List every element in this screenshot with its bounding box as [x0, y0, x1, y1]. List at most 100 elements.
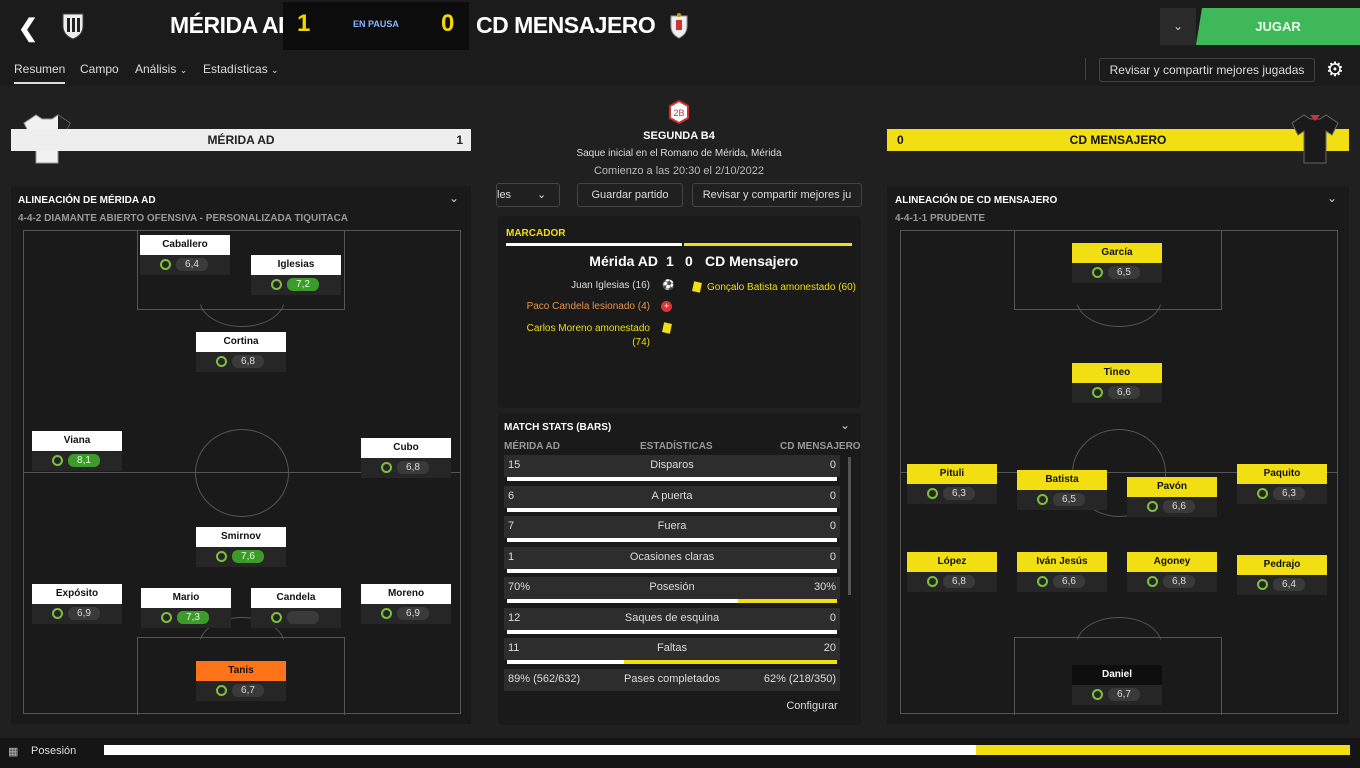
player-rating: 6,6 — [1163, 500, 1195, 513]
player-rating-row: 7,3 — [141, 608, 231, 628]
player-rating-row: 6,9 — [32, 604, 122, 624]
player-rating: 7,3 — [177, 611, 209, 624]
stats-col-away: CD MENSAJERO — [780, 441, 861, 452]
scoreboard-away-name: CD Mensajero — [705, 253, 799, 269]
review-share-button-2[interactable]: Revisar y compartir mejores ju — [692, 183, 862, 207]
player-card[interactable]: Agoney 6,8 — [1127, 552, 1217, 592]
review-share-button[interactable]: Revisar y compartir mejores jugadas — [1099, 58, 1315, 82]
player-rating-row: 7,2 — [251, 275, 341, 295]
condition-icon — [381, 462, 392, 473]
event-goal: Juan Iglesias (16) — [571, 280, 650, 291]
possession-icon: ▦ — [8, 746, 19, 758]
save-match-button[interactable]: Guardar partido — [577, 183, 683, 207]
tab-estadisticas[interactable]: Estadísticas ⌄ — [203, 62, 279, 76]
player-name: Viana — [32, 431, 122, 451]
stats-scrollbar[interactable] — [848, 457, 851, 595]
stat-label: Disparos — [650, 459, 694, 471]
competition-name: SEGUNDA B4 — [643, 130, 715, 142]
player-card[interactable]: Mario 7,3 — [141, 588, 231, 628]
player-rating: 6,4 — [1273, 578, 1305, 591]
stat-away-value: 0 — [829, 551, 836, 563]
play-options-dropdown[interactable]: ⌄ — [1160, 8, 1196, 45]
stat-label: Ocasiones claras — [629, 551, 715, 563]
condition-icon — [161, 612, 172, 623]
back-icon[interactable]: ❮ — [18, 14, 38, 43]
player-rating: 6,6 — [1053, 575, 1085, 588]
player-card[interactable]: Expósito 6,9 — [32, 584, 122, 624]
stat-away-value: 0 — [829, 612, 836, 624]
tab-analisis-label: Análisis — [135, 62, 177, 76]
stats-col-home: MÉRIDA AD — [504, 441, 560, 452]
player-name: Iván Jesús — [1017, 552, 1107, 572]
home-crest-icon — [62, 13, 84, 40]
stat-row: 12 Saques de esquina 0 — [504, 608, 840, 638]
player-name: Agoney — [1127, 552, 1217, 572]
condition-icon — [1147, 576, 1158, 587]
overflow-button[interactable]: les ⌄ — [496, 183, 560, 207]
competition-icon: 2B — [669, 100, 689, 124]
player-card[interactable]: Tanis 6,7 — [196, 661, 286, 701]
condition-icon — [216, 551, 227, 562]
player-name: Pavón — [1127, 477, 1217, 497]
player-card[interactable]: García 6,5 — [1072, 243, 1162, 283]
stat-away-value: 0 — [829, 520, 836, 532]
stat-away-bar — [624, 660, 837, 664]
stat-label: Posesión — [649, 581, 695, 593]
home-bar-name: MÉRIDA AD — [207, 133, 275, 147]
away-bar-name: CD MENSAJERO — [1069, 133, 1167, 147]
stat-home-bar — [507, 538, 837, 542]
play-button[interactable]: JUGAR — [1196, 8, 1360, 45]
player-card[interactable]: Iván Jesús 6,6 — [1017, 552, 1107, 592]
player-card[interactable]: Moreno 6,9 — [361, 584, 451, 624]
player-card[interactable]: Candela — [251, 588, 341, 628]
condition-icon — [271, 279, 282, 290]
condition-icon — [160, 259, 171, 270]
player-card[interactable]: Viana 8,1 — [32, 431, 122, 471]
player-card[interactable]: Smirnov 7,6 — [196, 527, 286, 567]
player-card[interactable]: Cubo 6,8 — [361, 438, 451, 478]
player-card[interactable]: Pituli 6,3 — [907, 464, 997, 504]
centre-circle — [195, 429, 289, 517]
stat-away-bar — [738, 599, 837, 603]
player-card[interactable]: Daniel 6,7 — [1072, 665, 1162, 705]
player-rating: 6,8 — [232, 355, 264, 368]
player-name: Batista — [1017, 470, 1107, 490]
gear-icon[interactable]: ⚙ — [1326, 57, 1344, 82]
kickoff-text: Comienzo a las 20:30 el 2/10/2022 — [593, 165, 764, 177]
player-card[interactable]: Batista 6,5 — [1017, 470, 1107, 510]
chevron-down-icon: ⌄ — [179, 65, 188, 75]
player-name: García — [1072, 243, 1162, 263]
player-card[interactable]: Cortina 6,8 — [196, 332, 286, 372]
condition-icon — [1092, 267, 1103, 278]
tab-resumen[interactable]: Resumen — [14, 62, 66, 84]
chevron-down-icon[interactable]: ⌄ — [1327, 191, 1337, 205]
possession-away-fill — [976, 745, 1350, 755]
scoreboard-home-name: Mérida AD — [589, 253, 658, 269]
player-card[interactable]: Tineo 6,6 — [1072, 363, 1162, 403]
sub-navigation: Resumen Campo Análisis ⌄ Estadísticas ⌄ … — [0, 52, 1360, 86]
player-rating: 6,7 — [1108, 688, 1140, 701]
player-card[interactable]: López 6,8 — [907, 552, 997, 592]
chevron-down-icon[interactable]: ⌄ — [449, 191, 459, 205]
player-rating: 8,1 — [68, 454, 100, 467]
player-card[interactable]: Pedrajo 6,4 — [1237, 555, 1327, 595]
condition-icon — [1147, 501, 1158, 512]
stat-home-bar — [507, 599, 738, 603]
yellow-card-icon — [662, 322, 672, 334]
player-rating: 6,6 — [1108, 386, 1140, 399]
player-card[interactable]: Iglesias 7,2 — [251, 255, 341, 295]
player-rating-row: 6,6 — [1017, 572, 1107, 592]
home-lineup-title: ALINEACIÓN DE MÉRIDA AD — [18, 195, 156, 206]
player-rating-row: 6,5 — [1017, 490, 1107, 510]
player-card[interactable]: Caballero 6,4 — [140, 235, 230, 275]
tab-campo[interactable]: Campo — [80, 62, 119, 76]
chevron-down-icon[interactable]: ⌄ — [840, 418, 850, 432]
player-card[interactable]: Pavón 6,6 — [1127, 477, 1217, 517]
player-rating-row: 6,8 — [1127, 572, 1217, 592]
yellow-card-icon — [692, 281, 702, 293]
home-formation: 4-4-2 DIAMANTE ABIERTO OFENSIVA - PERSON… — [18, 213, 349, 224]
player-name: Candela — [251, 588, 341, 608]
tab-analisis[interactable]: Análisis ⌄ — [135, 62, 187, 76]
player-card[interactable]: Paquito 6,3 — [1237, 464, 1327, 504]
player-rating-row: 6,4 — [140, 255, 230, 275]
